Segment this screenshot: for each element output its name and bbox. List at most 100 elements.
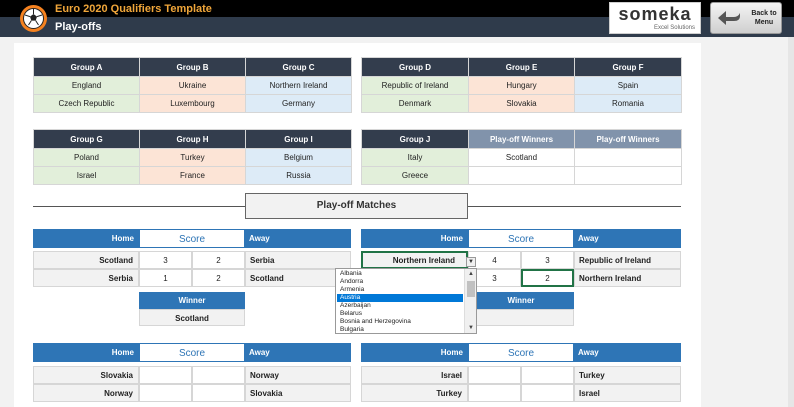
groups-table-abc: Group A Group B Group C England Ukraine … <box>33 57 352 113</box>
away-header: Away <box>245 229 351 248</box>
home-team-cell[interactable]: Scotland <box>33 251 139 269</box>
away-score-cell[interactable]: 2 <box>521 269 574 287</box>
group-team-cell[interactable]: Slovakia <box>468 94 575 113</box>
away-team-cell[interactable]: Turkey <box>574 366 681 384</box>
home-score-cell[interactable] <box>468 384 521 402</box>
playoff-winner-cell[interactable] <box>468 166 575 185</box>
dropdown-option[interactable]: Bosnia and Herzegovina <box>337 318 463 326</box>
match-header: Home Score Away <box>361 343 681 362</box>
away-score-cell[interactable]: 2 <box>192 251 245 269</box>
home-team-cell[interactable]: Serbia <box>33 269 139 287</box>
home-team-cell[interactable]: Norway <box>33 384 139 402</box>
dropdown-arrow-button[interactable]: ▼ <box>466 257 476 267</box>
away-team-cell[interactable]: Republic of Ireland <box>574 251 681 269</box>
group-team-cell[interactable]: England <box>33 76 140 95</box>
away-score-cell[interactable] <box>521 366 574 384</box>
group-team-cell[interactable]: Czech Republic <box>33 94 140 113</box>
dropdown-option[interactable]: Azerbaijan <box>337 302 463 310</box>
group-team-cell[interactable]: Hungary <box>468 76 575 95</box>
chevron-down-icon: ▼ <box>468 259 474 265</box>
group-team-cell[interactable]: Poland <box>33 148 140 167</box>
away-score-cell[interactable]: 3 <box>521 251 574 269</box>
away-score-cell[interactable] <box>521 384 574 402</box>
vertical-scrollbar[interactable] <box>788 37 794 407</box>
home-team-cell[interactable]: Slovakia <box>33 366 139 384</box>
group-header: Group D <box>361 57 469 77</box>
back-to-menu-label: Back to Menu <box>751 10 777 26</box>
match-header: Home Score Away <box>361 229 681 248</box>
home-team-cell[interactable]: Northern Ireland <box>361 251 468 269</box>
dropdown-option[interactable]: Andorra <box>337 278 463 286</box>
score-header: Score <box>139 229 245 248</box>
away-score-cell[interactable] <box>192 366 245 384</box>
winner-cell[interactable] <box>468 309 574 326</box>
group-team-cell[interactable]: Turkey <box>139 148 246 167</box>
group-team-cell[interactable]: Northern Ireland <box>245 76 352 95</box>
dropdown-option[interactable]: Bulgaria <box>337 326 463 333</box>
group-team-cell[interactable]: Republic of Ireland <box>361 76 469 95</box>
someka-logo: someka Excel Solutions <box>609 2 701 34</box>
home-score-cell[interactable]: 1 <box>139 269 192 287</box>
playoff-matches-title: Play-off Matches <box>245 193 468 219</box>
home-header: Home <box>361 343 468 362</box>
score-header: Score <box>468 343 574 362</box>
dropdown-option[interactable]: Armenia <box>337 286 463 294</box>
group-header: Group I <box>245 129 352 149</box>
match-row: Scotland 3 2 Serbia <box>33 251 351 270</box>
excel-window: Euro 2020 Qualifiers Template Play-offs … <box>0 0 794 407</box>
dropdown-option[interactable]: Albania <box>337 270 463 278</box>
match-row: Serbia 1 2 Scotland <box>33 269 351 288</box>
away-header: Away <box>245 343 351 362</box>
dropdown-option-selected[interactable]: Austria <box>337 294 463 302</box>
home-score-cell[interactable] <box>468 366 521 384</box>
playoff-winner-cell[interactable] <box>574 148 682 167</box>
away-score-cell[interactable] <box>192 384 245 402</box>
home-score-cell[interactable]: 3 <box>139 251 192 269</box>
score-header: Score <box>468 229 574 248</box>
divider <box>468 206 681 207</box>
away-team-cell[interactable]: Norway <box>245 366 351 384</box>
app-title: Euro 2020 Qualifiers Template <box>55 3 212 15</box>
groups-table-j-playoff: Group J Play-off Winners Play-off Winner… <box>361 129 682 185</box>
away-team-cell[interactable]: Northern Ireland <box>574 269 681 287</box>
playoff-winner-cell[interactable] <box>574 166 682 185</box>
away-score-cell[interactable]: 2 <box>192 269 245 287</box>
score-header: Score <box>139 343 245 362</box>
group-header: Group E <box>468 57 575 77</box>
away-team-cell[interactable]: Serbia <box>245 251 351 269</box>
group-header: Group J <box>361 129 469 149</box>
away-team-cell[interactable]: Israel <box>574 384 681 402</box>
group-header: Group A <box>33 57 140 77</box>
country-dropdown-list[interactable]: Albania Andorra Armenia Austria Azerbaij… <box>335 268 477 334</box>
winner-cell[interactable]: Scotland <box>139 309 245 326</box>
group-team-cell[interactable]: Luxembourg <box>139 94 246 113</box>
group-team-cell[interactable]: Denmark <box>361 94 469 113</box>
away-team-cell[interactable]: Slovakia <box>245 384 351 402</box>
home-team-cell[interactable]: Israel <box>361 366 468 384</box>
home-score-cell[interactable] <box>139 384 192 402</box>
group-team-cell[interactable]: Italy <box>361 148 469 167</box>
group-team-cell[interactable]: France <box>139 166 246 185</box>
scroll-down-icon[interactable]: ▼ <box>465 323 476 333</box>
group-team-cell[interactable]: Ukraine <box>139 76 246 95</box>
group-team-cell[interactable]: Israel <box>33 166 140 185</box>
dropdown-scrollbar[interactable]: ▲ ▼ <box>464 269 476 333</box>
back-arrow-icon <box>718 11 740 25</box>
match-row: Turkey Israel <box>361 384 681 403</box>
groups-table-def: Group D Group E Group F Republic of Irel… <box>361 57 682 113</box>
scroll-thumb[interactable] <box>467 281 475 297</box>
back-to-menu-button[interactable]: Back to Menu <box>710 2 782 34</box>
group-team-cell[interactable]: Spain <box>574 76 682 95</box>
dropdown-option[interactable]: Belarus <box>337 310 463 318</box>
group-team-cell[interactable]: Belgium <box>245 148 352 167</box>
playoff-winner-cell[interactable]: Scotland <box>468 148 575 167</box>
winner-header: Winner <box>139 292 245 309</box>
group-team-cell[interactable]: Germany <box>245 94 352 113</box>
scroll-up-icon[interactable]: ▲ <box>465 269 476 279</box>
group-team-cell[interactable]: Romania <box>574 94 682 113</box>
group-team-cell[interactable]: Russia <box>245 166 352 185</box>
home-team-cell[interactable]: Turkey <box>361 384 468 402</box>
logo-subtitle: Excel Solutions <box>653 25 695 31</box>
home-score-cell[interactable] <box>139 366 192 384</box>
group-team-cell[interactable]: Greece <box>361 166 469 185</box>
